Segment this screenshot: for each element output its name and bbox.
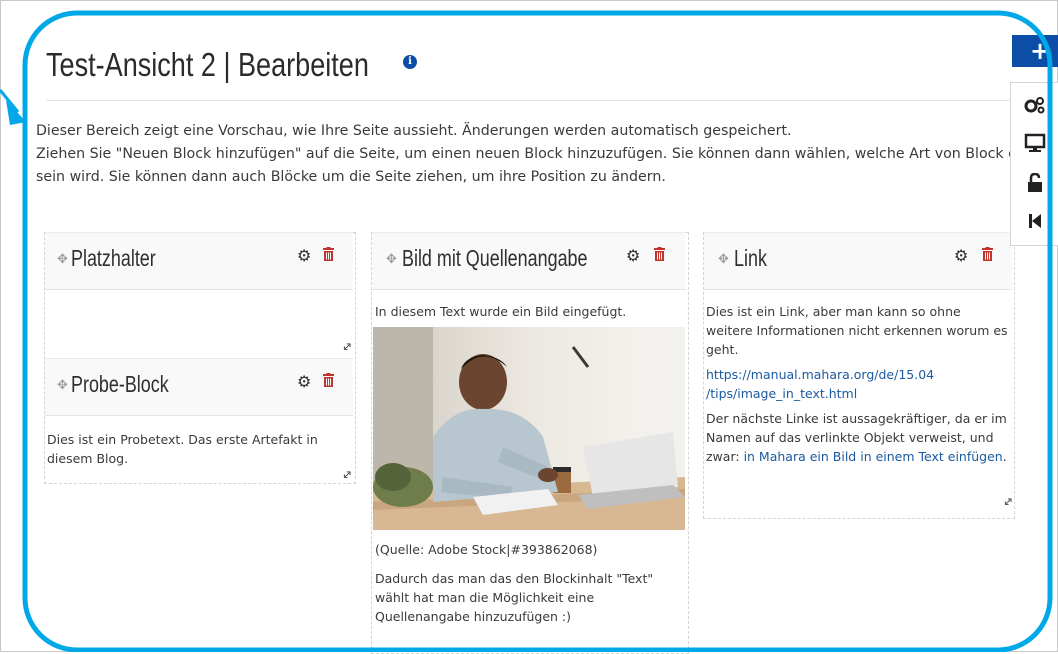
return-icon[interactable] xyxy=(1011,203,1058,239)
gear-icon[interactable]: ⚙ xyxy=(297,247,311,265)
link-url[interactable]: https://manual.mahara.org/de/15.04 /tips… xyxy=(706,365,1011,403)
block-title-platzhalter: Platzhalter xyxy=(71,245,156,271)
info-icon[interactable]: i xyxy=(403,55,417,69)
descriptive-link[interactable]: in Mahara ein Bild in einem Text einfüge… xyxy=(744,449,1003,464)
block-title-probe: Probe-Block xyxy=(71,371,169,397)
link-intro-text: Dies ist ein Link, aber man kann so ohne… xyxy=(706,304,1008,357)
intro-line-1: Dieser Bereich zeigt eine Vorschau, wie … xyxy=(36,123,792,139)
link-block-text: Dies ist ein Link, aber man kann so ohne… xyxy=(706,302,1011,466)
unlock-icon[interactable] xyxy=(1011,165,1058,201)
block-title-link: Link xyxy=(734,245,767,271)
block-title-image: Bild mit Quellenangabe xyxy=(402,245,588,271)
editor-toolbar xyxy=(1010,82,1058,246)
link-url-line-1[interactable]: https://manual.mahara.org/de/15.04 xyxy=(706,367,934,382)
link-url-line-2[interactable]: /tips/image_in_text.html xyxy=(706,386,857,401)
trash-icon[interactable] xyxy=(323,247,334,265)
add-block-button[interactable]: + xyxy=(1012,35,1058,67)
gear-icon[interactable]: ⚙ xyxy=(626,247,640,265)
display-icon[interactable] xyxy=(1011,125,1058,161)
block-header-probe[interactable]: ✥ Probe-Block ⚙ xyxy=(45,358,353,416)
trash-icon[interactable] xyxy=(654,247,665,265)
block-text-probe: Dies ist ein Probetext. Das erste Artefa… xyxy=(47,432,318,466)
move-handle-icon[interactable]: ✥ xyxy=(386,252,397,267)
intro-text: Dieser Bereich zeigt eine Vorschau, wie … xyxy=(36,120,1026,189)
image-source: (Quelle: Adobe Stock|#393862068) xyxy=(375,542,598,557)
block-header-image[interactable]: ✥ Bild mit Quellenangabe ⚙ xyxy=(372,232,686,290)
block-header-link[interactable]: ✥ Link ⚙ xyxy=(704,232,1012,290)
trash-icon[interactable] xyxy=(323,373,334,391)
move-handle-icon[interactable]: ✥ xyxy=(57,378,68,393)
page-title: Test-Ansicht 2 | Bearbeiten xyxy=(46,46,369,83)
gear-icon[interactable]: ⚙ xyxy=(297,373,311,391)
gear-icon[interactable]: ⚙ xyxy=(954,247,968,265)
link-description: Der nächste Linke ist aussagekräftiger, … xyxy=(706,409,1011,466)
move-handle-icon[interactable]: ✥ xyxy=(718,252,729,267)
settings-icon[interactable] xyxy=(1011,87,1058,123)
block-header-platzhalter[interactable]: ✥ Platzhalter ⚙ xyxy=(45,232,353,290)
image-caption-top: In diesem Text wurde ein Bild eingefügt. xyxy=(375,304,627,319)
image-block-text: Dadurch das man das den Blockinhalt "Tex… xyxy=(375,571,654,624)
move-handle-icon[interactable]: ✥ xyxy=(57,252,68,267)
link-description-suffix: . xyxy=(1002,449,1007,464)
intro-line-2: Ziehen Sie "Neuen Block hinzufügen" auf … xyxy=(36,146,1025,185)
title-divider xyxy=(46,100,1046,101)
block-image-photo xyxy=(373,327,685,530)
trash-icon[interactable] xyxy=(982,247,993,265)
